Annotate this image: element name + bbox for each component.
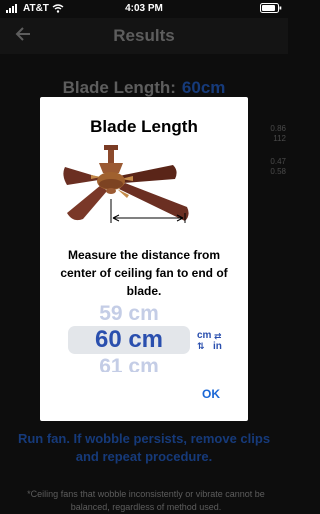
page-title: Results	[113, 26, 175, 45]
picker-option[interactable]: 61 cm	[68, 355, 190, 372]
blade-length-heading: Blade Length: 60cm	[0, 78, 288, 98]
side-value: 112	[273, 134, 286, 143]
unit-in-label: in	[213, 341, 222, 352]
status-time: 4:03 PM	[125, 3, 163, 14]
side-value: 0.86	[270, 124, 286, 133]
unit-cm-label: cm	[197, 330, 212, 341]
picker-selected-option[interactable]: 60 cm	[68, 326, 190, 354]
blade-length-dialog: Blade Length Measure the distance from c…	[40, 97, 248, 421]
navigation-bar: Results	[0, 18, 288, 54]
side-value: 0.58	[270, 167, 286, 176]
battery-icon	[260, 3, 282, 13]
blade-length-label: Blade Length:	[62, 78, 176, 97]
status-bar: AT&T 4:03 PM	[0, 0, 288, 18]
ok-button[interactable]: OK	[202, 387, 220, 401]
side-value: 0.47	[270, 157, 286, 166]
footnote-text: *Ceiling fans that wobble inconsistently…	[27, 489, 265, 512]
instruction-text: Run fan. If wobble persists, remove clip…	[17, 431, 271, 464]
unit-toggle-button[interactable]: cm ⇄ ⇅ in	[195, 330, 231, 354]
dialog-title: Blade Length	[90, 117, 198, 136]
swap-units-icon: ⇅	[197, 341, 205, 351]
picker-option[interactable]: 59 cm	[68, 304, 190, 326]
dialog-description: Measure the distance from center of ceil…	[60, 248, 228, 298]
blade-length-value: 60cm	[181, 78, 226, 97]
length-picker[interactable]: 59 cm 60 cm 61 cm	[68, 304, 190, 372]
